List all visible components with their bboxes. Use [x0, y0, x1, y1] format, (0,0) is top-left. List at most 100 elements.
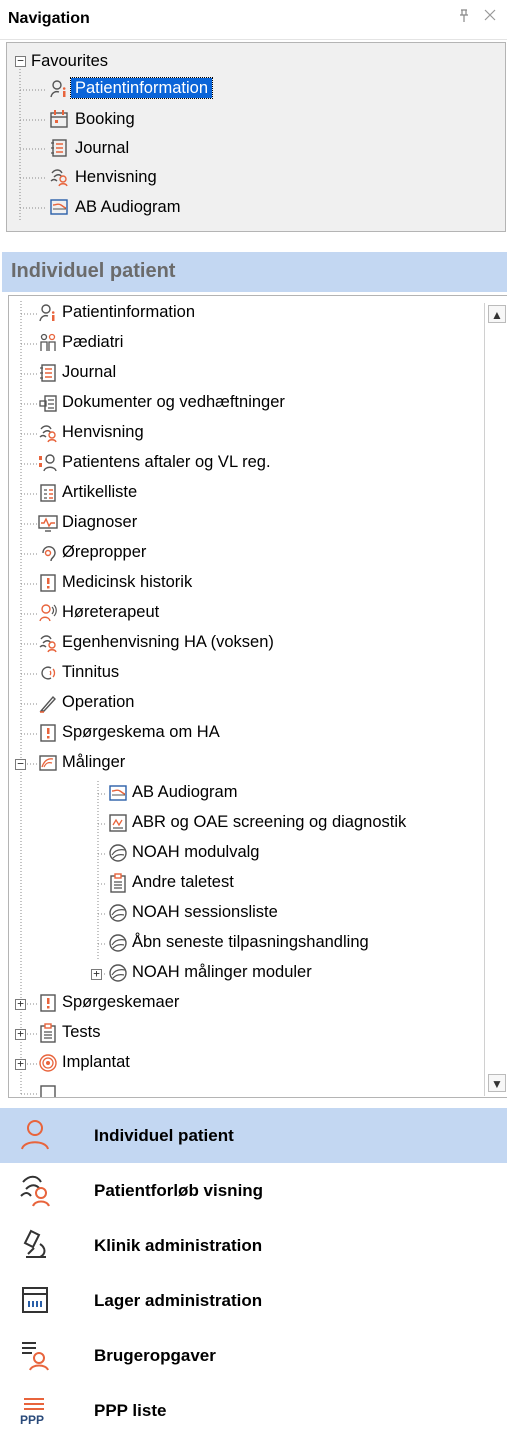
noah-icon: [109, 904, 127, 922]
documents-icon: [39, 395, 57, 412]
tree-item-dokumenter[interactable]: Dokumenter og vedhæftninger: [62, 393, 285, 412]
bottom-nav-label: Patientforløb visning: [94, 1181, 264, 1200]
tree-item-paediatri[interactable]: Pædiatri: [62, 333, 123, 352]
fav-item-ab-audiogram[interactable]: AB Audiogram: [75, 198, 180, 217]
implant-expand-toggle[interactable]: +: [15, 1058, 26, 1070]
referral-icon: [39, 425, 57, 443]
patient-flow-icon: [20, 1175, 50, 1207]
audiogram-icon: [50, 199, 68, 215]
fav-item-journal[interactable]: Journal: [75, 139, 129, 158]
scroll-up-button[interactable]: ▲: [488, 305, 506, 323]
bottom-nav-brugeropgaver[interactable]: Brugeropgaver: [0, 1328, 507, 1383]
tree-item-journal[interactable]: Journal: [62, 363, 116, 382]
questionnaire-icon: [40, 994, 56, 1012]
patient-tree-pane: − + + + + Patientinformation Pædiatri Jo…: [8, 295, 507, 1098]
ppp-list-icon: PPP: [20, 1398, 44, 1427]
ppp-icon-text: PPP: [20, 1413, 44, 1427]
fav-item-booking[interactable]: Booking: [75, 110, 135, 129]
tree-item-tinnitus[interactable]: Tinnitus: [62, 663, 119, 682]
tree-item-abr-oae[interactable]: ABR og OAE screening og diagnostik: [132, 813, 406, 832]
person-info-icon: [50, 80, 66, 98]
tree-item-henvisning[interactable]: Henvisning: [62, 423, 144, 442]
diagnosis-icon: [38, 515, 58, 532]
clipboard-icon: [110, 873, 126, 893]
self-referral-icon: [39, 635, 57, 653]
article-list-icon: [40, 484, 56, 502]
tinnitus-icon: [41, 666, 56, 680]
journal-icon: [40, 364, 56, 382]
person-info-icon: [39, 304, 55, 322]
favourites-pane: − Favourites Patientinformation Booking …: [6, 42, 506, 232]
tree-item-tests[interactable]: Tests: [62, 1023, 101, 1042]
implant-icon: [39, 1054, 57, 1072]
tree-item-noah-modulvalg[interactable]: NOAH modulvalg: [132, 843, 259, 862]
noah-icon: [109, 964, 127, 982]
tree-item-patientinformation[interactable]: Patientinformation: [62, 303, 195, 322]
tree-item-egenhenvisning[interactable]: Egenhenvisning HA (voksen): [62, 633, 274, 652]
earplug-icon: [42, 546, 56, 562]
tests-expand-toggle[interactable]: +: [15, 1028, 26, 1040]
navigation-header: Navigation: [0, 0, 507, 40]
fav-item-patientinformation[interactable]: Patientinformation: [70, 77, 213, 99]
tree-item-operation[interactable]: Operation: [62, 693, 134, 712]
tree-item-hoereterapeut[interactable]: Høreterapeut: [62, 603, 159, 622]
bottom-nav-label: Lager administration: [94, 1291, 263, 1310]
tree-item-aabn-seneste[interactable]: Åbn seneste tilpasningshandling: [132, 933, 369, 952]
appointments-icon: [39, 454, 57, 472]
microscope-icon: [23, 1229, 46, 1258]
bottom-nav-label: PPP liste: [94, 1401, 167, 1420]
questionnaires-expand-toggle[interactable]: +: [15, 998, 26, 1010]
bottom-nav-lager-administration[interactable]: Lager administration: [0, 1273, 507, 1328]
favourites-collapse-toggle[interactable]: −: [15, 55, 26, 67]
tree-item-noah-sessionsliste[interactable]: NOAH sessionsliste: [132, 903, 278, 922]
tree-item-medicinsk-historik[interactable]: Medicinsk historik: [62, 573, 192, 592]
tree-item-implantat[interactable]: Implantat: [62, 1053, 130, 1072]
close-icon[interactable]: [484, 8, 496, 24]
bottom-nav-label: Brugeropgaver: [94, 1346, 216, 1365]
hearing-therapist-icon: [39, 604, 57, 622]
tree-item-diagnoser[interactable]: Diagnoser: [62, 513, 137, 532]
bottom-nav-label: Individuel patient: [94, 1126, 234, 1145]
tree-item-oerepropper[interactable]: Ørepropper: [62, 543, 146, 562]
bottom-nav-ppp-liste[interactable]: PPP PPP liste: [0, 1383, 507, 1429]
abr-oae-icon: [109, 814, 127, 832]
questionnaire-icon: [40, 724, 56, 742]
warehouse-icon: [22, 1287, 48, 1313]
bottom-nav-label: Klinik administration: [94, 1236, 263, 1255]
tree-item-artikelliste[interactable]: Artikelliste: [62, 483, 137, 502]
tree-item-spoergeskema-ha[interactable]: Spørgeskema om HA: [62, 723, 220, 742]
section-title: Individuel patient: [11, 260, 176, 282]
scalpel-icon: [39, 695, 56, 713]
calendar-icon: [50, 110, 68, 128]
bottom-nav-klinik-administration[interactable]: Klinik administration: [0, 1218, 507, 1273]
clipboard-icon: [40, 1023, 56, 1043]
partial-item-icon: [40, 1085, 56, 1097]
person-icon: [21, 1120, 49, 1150]
tree-item-maalinger[interactable]: Målinger: [62, 753, 125, 772]
navigation-title: Navigation: [8, 10, 90, 27]
medical-history-icon: [40, 574, 56, 592]
pin-icon[interactable]: [458, 9, 470, 26]
noah-modules-expand-toggle[interactable]: +: [91, 968, 102, 980]
section-header: Individuel patient: [2, 252, 507, 292]
tree-item-aftaler[interactable]: Patientens aftaler og VL reg.: [62, 453, 271, 472]
referral-icon: [50, 169, 68, 187]
favourites-root[interactable]: Favourites: [31, 52, 108, 71]
noah-icon: [109, 934, 127, 952]
measurements-icon: [39, 755, 57, 771]
audiogram-icon: [109, 785, 127, 801]
tree-scrollbar[interactable]: ▲ ▼: [484, 303, 507, 1096]
pediatrics-icon: [40, 333, 56, 351]
bottom-nav-individuel-patient[interactable]: Individuel patient: [0, 1108, 507, 1163]
tree-item-andre-taletest[interactable]: Andre taletest: [132, 873, 234, 892]
tree-item-ab-audiogram[interactable]: AB Audiogram: [132, 783, 237, 802]
scroll-down-button[interactable]: ▼: [488, 1074, 506, 1092]
tree-item-noah-maalinger-moduler[interactable]: NOAH målinger moduler: [132, 963, 312, 982]
user-tasks-icon: [22, 1342, 49, 1371]
noah-icon: [109, 844, 127, 862]
tree-item-spoergeskemaer[interactable]: Spørgeskemaer: [62, 993, 179, 1012]
fav-item-henvisning[interactable]: Henvisning: [75, 168, 157, 187]
bottom-nav-patientforloeb[interactable]: Patientforløb visning: [0, 1163, 507, 1218]
malinger-collapse-toggle[interactable]: −: [15, 758, 26, 770]
journal-icon: [51, 139, 67, 157]
